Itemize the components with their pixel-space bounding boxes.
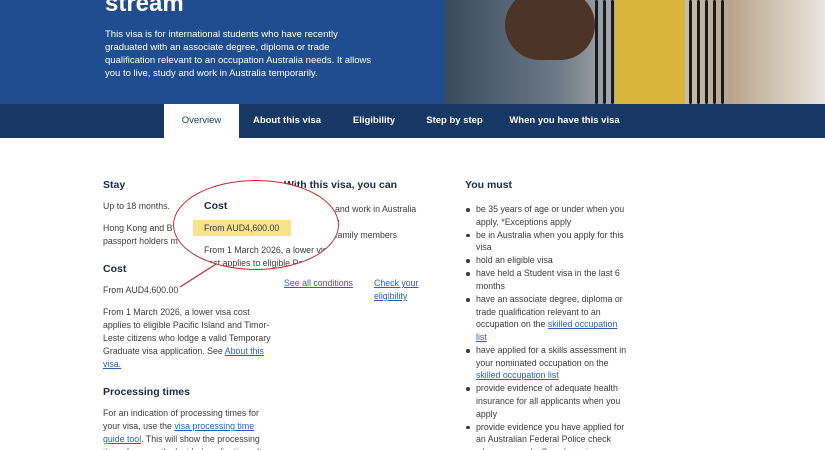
skilled-occupation-list-link[interactable]: skilled occupation list [476,370,559,380]
tab-when-you-have-this-visa[interactable]: When you have this visa [503,104,626,138]
processing-text: For an indication of processing times fo… [103,407,268,450]
requirement-text: provide evidence you have applied for an… [476,421,625,450]
list-item: be in Australia when you apply for this … [465,229,630,254]
hair-strand [713,0,716,104]
check-eligibility-link[interactable]: Check your eligibility [374,277,429,303]
tab-bar: Overview About this visa Eligibility Ste… [0,104,825,138]
hero-person-shirt [615,0,685,104]
requirement-text: hold an eligible visa [476,255,553,266]
hero-description: This visa is for international students … [105,29,372,79]
requirement-text: have applied for a skills assessment in … [476,345,627,368]
stay-note-line2: passport holders m [103,236,178,246]
hero-banner: stream This visa is for international st… [0,0,825,104]
tab-step-by-step[interactable]: Step by step [418,104,491,138]
hair-strand [611,0,614,104]
hero-photo [445,0,825,104]
see-all-conditions-link[interactable]: See all conditions [284,277,353,290]
hair-strand [697,0,700,104]
cost-heading: Cost [103,263,127,275]
list-item: provide evidence of adequate health insu… [465,382,630,420]
list-item: provide evidence you have applied for an… [465,421,630,450]
hero-person-face [505,0,595,60]
callout-note: From 1 March 2026, a lower visa cost app… [204,245,333,268]
cost-callout: Cost From AUD4,600.00 From 1 March 2026,… [173,180,339,270]
stay-note-line1: Hong Kong and B [103,223,173,233]
list-item: be 35 years of age or under when you app… [465,203,630,228]
cost-price: From AUD4,600.00 [103,285,179,295]
tab-about-this-visa[interactable]: About this visa [245,104,329,138]
cost-note: From 1 March 2026, a lower visa cost app… [103,306,273,371]
hair-strand [603,0,606,104]
list-item: have held a Student visa in the last 6 m… [465,267,630,292]
list-item: hold an eligible visa [465,254,630,267]
callout-heading: Cost [204,200,228,212]
callout-price-highlight: From AUD4,600.00 [193,220,291,236]
you-must-heading: You must [465,179,513,191]
requirements-list: be 35 years of age or under when you app… [465,203,630,450]
requirement-text: be in Australia when you apply for this … [476,229,624,253]
list-item: have applied for a skills assessment in … [465,344,630,382]
hair-strand [595,0,598,104]
requirement-text: provide evidence of adequate health insu… [476,383,621,419]
requirement-text: have held a Student visa in the last 6 m… [476,268,620,292]
stay-duration: Up to 18 months. [103,201,170,211]
processing-heading: Processing times [103,386,190,398]
with-visa-line1: and work in Australia [335,204,417,214]
hair-strand [721,0,724,104]
with-visa-line3: family members [335,230,398,240]
list-item: have an associate degree, diploma or tra… [465,293,630,343]
stay-heading: Stay [103,179,126,191]
requirement-text: be 35 years of age or under when you app… [476,204,625,227]
hair-strand [689,0,692,104]
page-title: stream [105,0,184,17]
tab-overview[interactable]: Overview [164,104,239,138]
hair-strand [705,0,708,104]
tab-eligibility[interactable]: Eligibility [340,104,408,138]
